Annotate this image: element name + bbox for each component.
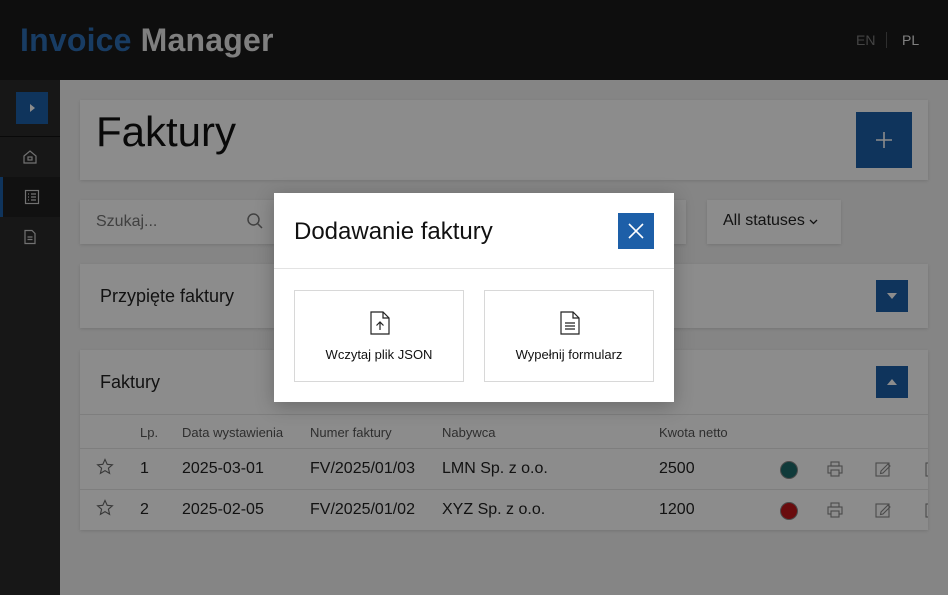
close-icon <box>628 223 644 239</box>
load-json-option[interactable]: Wczytaj plik JSON <box>294 290 464 382</box>
fill-form-option[interactable]: Wypełnij formularz <box>484 290 654 382</box>
file-upload-icon <box>370 311 390 335</box>
modal-divider <box>274 268 674 269</box>
file-form-icon <box>560 311 580 335</box>
modal-close-button[interactable] <box>618 213 654 249</box>
add-invoice-modal: Dodawanie faktury Wczytaj plik JSON Wype… <box>274 193 674 402</box>
modal-title: Dodawanie faktury <box>294 218 493 245</box>
fill-form-label: Wypełnij formularz <box>515 347 623 362</box>
load-json-label: Wczytaj plik JSON <box>325 347 433 362</box>
